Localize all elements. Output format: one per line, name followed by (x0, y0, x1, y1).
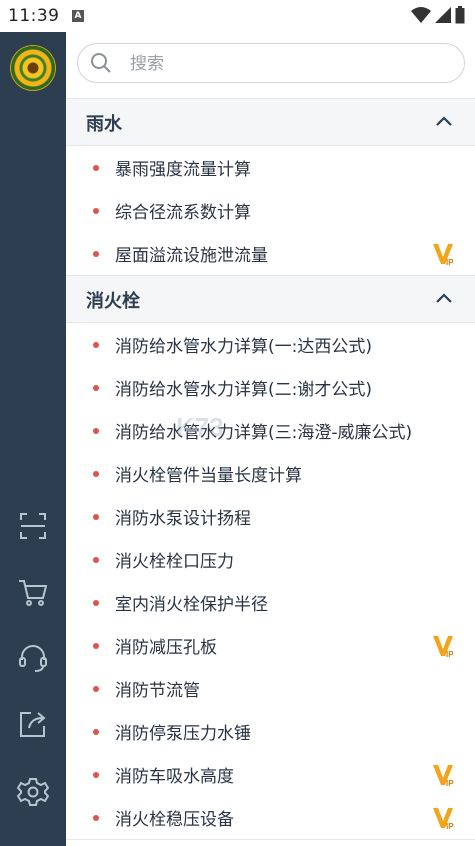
list-item[interactable]: 室内消火栓保护半径 (66, 581, 475, 624)
bullet-dot (93, 514, 99, 520)
bullet-dot (93, 251, 99, 257)
bullet-dot (93, 815, 99, 821)
list-item[interactable]: 消防给水管水力详算(一:达西公式) (66, 323, 475, 366)
list-item-label: 消火栓稳压设备 (115, 810, 234, 830)
list-item[interactable]: 消防停泵压力水锤 (66, 710, 475, 753)
list-item[interactable]: 消防给水管水力详算(二:谢才公式) (66, 366, 475, 409)
status-bar: 11:39 A (0, 0, 475, 32)
svg-text:K73: K73 (176, 412, 224, 442)
chevron-up-icon[interactable] (435, 291, 453, 305)
bullet-dot (93, 772, 99, 778)
list-item-label: 综合径流系数计算 (115, 203, 251, 223)
section-header-rainwater[interactable]: 雨水 (66, 98, 475, 146)
list-item-label: 消火栓管件当量长度计算 (115, 466, 302, 486)
list-item-label: 消火栓栓口压力 (115, 552, 234, 572)
bullet-dot (93, 729, 99, 735)
headset-icon[interactable] (17, 642, 49, 674)
svg-text:IP: IP (446, 650, 454, 659)
list-item[interactable]: 消火栓栓口压力 (66, 538, 475, 581)
list-item-label: 暴雨强度流量计算 (115, 160, 251, 180)
list-item[interactable]: 综合径流系数计算 (66, 189, 475, 232)
bullet-dot (93, 208, 99, 214)
list-item-label: 消防车吸水高度 (115, 767, 234, 787)
bullet-dot (93, 428, 99, 434)
list-item-label: 屋面溢流设施泄流量 (115, 246, 268, 266)
bullet-dot (93, 600, 99, 606)
svg-text:IP: IP (446, 258, 454, 267)
vip-badge-icon: IP (433, 765, 454, 788)
share-icon[interactable] (17, 708, 49, 740)
wifi-icon (411, 7, 431, 23)
list-item-label: 消防停泵压力水锤 (115, 724, 251, 744)
bullet-dot (93, 471, 99, 477)
list-item[interactable]: 消防车吸水高度 IP (66, 753, 475, 796)
list-item[interactable]: 暴雨强度流量计算 (66, 146, 475, 189)
battery-icon (455, 6, 465, 24)
bullet-dot (93, 342, 99, 348)
bullet-dot (93, 557, 99, 563)
watermark-logo-icon: K73 (176, 412, 224, 442)
chevron-up-icon[interactable] (435, 114, 453, 128)
list-item-label: 消防节流管 (115, 681, 200, 701)
list-item[interactable]: 消火栓稳压设备 IP (66, 796, 475, 839)
scan-icon[interactable] (17, 510, 49, 542)
svg-text:IP: IP (446, 822, 454, 831)
list-item-label: 消防给水管水力详算(二:谢才公式) (115, 380, 372, 400)
avatar[interactable] (11, 46, 55, 90)
list-item-label: 消防减压孔板 (115, 638, 217, 658)
bullet-dot (93, 686, 99, 692)
notification-icon: A (72, 10, 84, 22)
svg-text:IP: IP (446, 779, 454, 788)
search-bar[interactable] (77, 43, 465, 83)
bullet-dot (93, 385, 99, 391)
section-title: 消火栓 (86, 291, 140, 312)
vip-badge-icon: IP (433, 244, 454, 267)
list-item[interactable]: 消火栓管件当量长度计算 (66, 452, 475, 495)
sidebar (0, 32, 66, 846)
list-item-label: 消防给水管水力详算(一:达西公式) (115, 337, 372, 357)
section-header-hydrant[interactable]: 消火栓 (66, 275, 475, 323)
signal-icon (435, 7, 451, 23)
list-item[interactable]: 消防水泵设计扬程 (66, 495, 475, 538)
category-list: 雨水 暴雨强度流量计算 综合径流系数计算 屋面溢流设施泄流量 IP 消火栓 消防… (66, 98, 475, 840)
section-title: 雨水 (86, 114, 122, 135)
status-time: 11:39 (8, 6, 60, 26)
divider (66, 839, 475, 840)
search-icon (91, 53, 111, 73)
bullet-dot (93, 165, 99, 171)
list-item-label: 消防水泵设计扬程 (115, 509, 251, 529)
list-item-label: 室内消火栓保护半径 (115, 595, 268, 615)
bullet-dot (93, 643, 99, 649)
search-input[interactable] (128, 51, 452, 77)
cart-icon[interactable] (17, 576, 49, 608)
list-item[interactable]: 屋面溢流设施泄流量 IP (66, 232, 475, 275)
list-item[interactable]: 消防减压孔板 IP (66, 624, 475, 667)
list-item[interactable]: 消防节流管 (66, 667, 475, 710)
vip-badge-icon: IP (433, 808, 454, 831)
status-icons (411, 6, 465, 24)
settings-icon[interactable] (17, 776, 49, 808)
vip-badge-icon: IP (433, 636, 454, 659)
